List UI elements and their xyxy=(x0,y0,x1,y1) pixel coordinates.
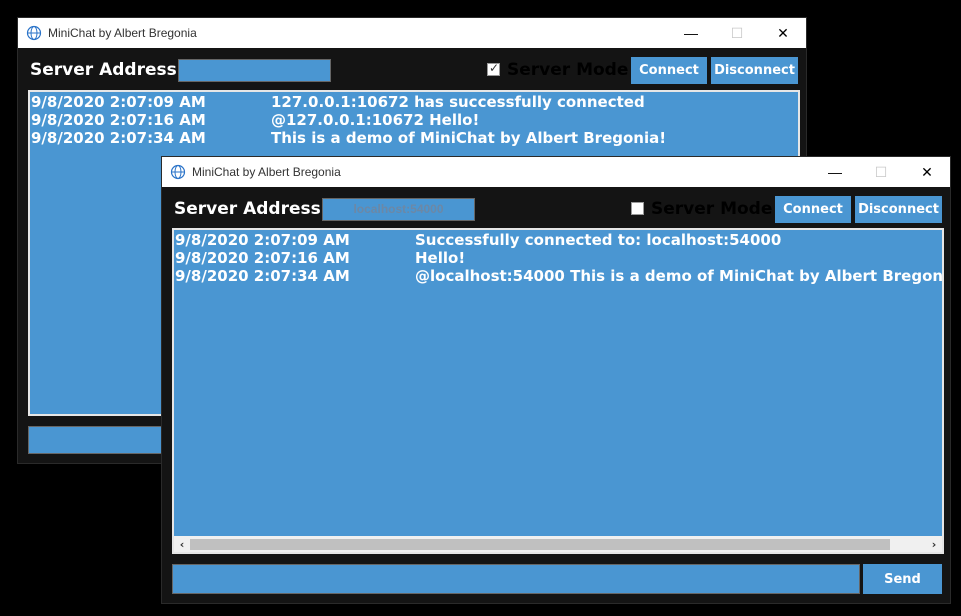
message-text: 127.0.0.1:10672 has successfully connect… xyxy=(271,93,645,111)
minimize-button[interactable]: — xyxy=(668,18,714,48)
scroll-left-icon[interactable]: ‹ xyxy=(174,536,190,552)
server-address-input[interactable]: localhost:54000 xyxy=(322,198,475,221)
message-timestamp: 9/8/2020 2:07:34 AM xyxy=(31,129,206,147)
window-title: MiniChat by Albert Bregonia xyxy=(48,26,197,40)
horizontal-scrollbar[interactable]: ‹ › xyxy=(174,536,942,552)
message-timestamp: 9/8/2020 2:07:16 AM xyxy=(31,111,206,129)
message-timestamp: 9/8/2020 2:07:09 AM xyxy=(175,231,350,249)
scroll-right-icon[interactable]: › xyxy=(926,536,942,552)
client-window: MiniChat by Albert Bregonia — ☐ ✕ Server… xyxy=(161,156,951,604)
scrollbar-thumb[interactable] xyxy=(190,539,890,550)
title-bar[interactable]: MiniChat by Albert Bregonia — ☐ ✕ xyxy=(18,18,806,48)
globe-icon xyxy=(170,164,186,180)
server-mode-label: Server Mode xyxy=(507,60,629,80)
server-mode-checkbox[interactable] xyxy=(631,202,644,215)
server-mode-checkbox[interactable]: ✓ xyxy=(487,61,500,76)
close-button[interactable]: ✕ xyxy=(904,157,950,187)
send-button[interactable]: Send xyxy=(863,564,942,594)
close-button[interactable]: ✕ xyxy=(760,18,806,48)
message-timestamp: 9/8/2020 2:07:09 AM xyxy=(31,93,206,111)
message-input[interactable] xyxy=(172,564,860,594)
maximize-button[interactable]: ☐ xyxy=(714,18,760,48)
server-address-input[interactable] xyxy=(178,59,331,82)
message-text: @127.0.0.1:10672 Hello! xyxy=(271,111,480,129)
message-text: Hello! xyxy=(415,249,466,267)
server-address-label: Server Address: xyxy=(174,199,328,219)
maximize-button[interactable]: ☐ xyxy=(858,157,904,187)
disconnect-button[interactable]: Disconnect xyxy=(855,196,942,223)
connect-button[interactable]: Connect xyxy=(631,57,707,84)
message-text: Successfully connected to: localhost:540… xyxy=(415,231,782,249)
disconnect-button[interactable]: Disconnect xyxy=(711,57,798,84)
globe-icon xyxy=(26,25,42,41)
connect-button[interactable]: Connect xyxy=(775,196,851,223)
server-mode-label: Server Mode xyxy=(651,199,773,219)
title-bar[interactable]: MiniChat by Albert Bregonia — ☐ ✕ xyxy=(162,157,950,187)
message-text: @localhost:54000 This is a demo of MiniC… xyxy=(415,267,944,285)
message-timestamp: 9/8/2020 2:07:34 AM xyxy=(175,267,350,285)
window-title: MiniChat by Albert Bregonia xyxy=(192,165,341,179)
server-address-label: Server Address: xyxy=(30,60,184,80)
checkmark-icon: ✓ xyxy=(489,61,500,75)
minimize-button[interactable]: — xyxy=(812,157,858,187)
message-text: This is a demo of MiniChat by Albert Bre… xyxy=(271,129,667,147)
message-timestamp: 9/8/2020 2:07:16 AM xyxy=(175,249,350,267)
message-log[interactable]: 9/8/2020 2:07:09 AM Successfully connect… xyxy=(172,228,944,554)
